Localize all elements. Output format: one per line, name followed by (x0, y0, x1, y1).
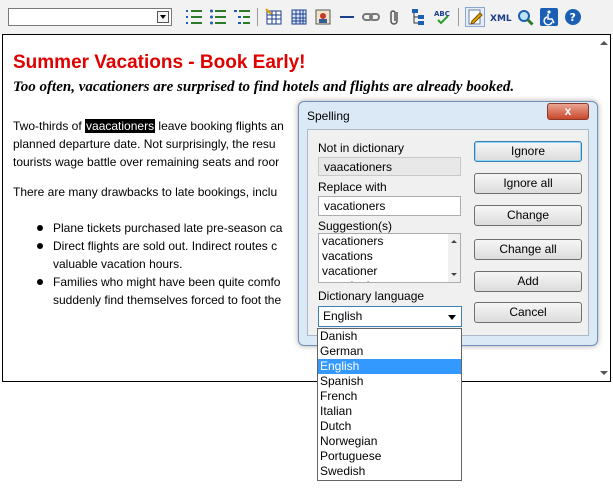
language-option[interactable]: Danish (318, 329, 461, 344)
language-option[interactable]: Dutch (318, 419, 461, 434)
dictionary-language-value: English (323, 309, 363, 323)
list-item: Direct flights are sold out. Indirect ro… (36, 237, 282, 273)
editor-toolbar: ABC XML ? (0, 0, 613, 34)
ignore-all-button[interactable]: Ignore all (474, 173, 582, 194)
format-dropdown[interactable] (8, 8, 172, 26)
bulleted-list-icon[interactable] (209, 8, 227, 26)
xml-label: XML (490, 14, 512, 24)
chevron-down-icon (448, 315, 456, 320)
suggestions-label: Suggestion(s) (318, 219, 393, 233)
list-item-text: Families who might have been quite comfo (53, 275, 281, 289)
dictionary-language-select[interactable]: English (318, 306, 462, 327)
xml-icon[interactable]: XML (490, 8, 512, 26)
scroll-up-arrow-icon[interactable] (599, 38, 609, 48)
dictionary-language-label: Dictionary language (318, 289, 425, 303)
paragraph-2: There are many drawbacks to late booking… (13, 185, 278, 199)
list-item-text: valuable vacation hours. (53, 257, 183, 271)
list-item[interactable]: vacations (319, 249, 460, 264)
language-option[interactable]: Swedish (318, 464, 461, 479)
list-item[interactable]: vacationing (319, 279, 460, 282)
scroll-down-arrow-icon[interactable] (599, 368, 609, 378)
horizontal-rule-icon[interactable] (338, 8, 356, 26)
accessibility-icon[interactable] (540, 8, 558, 26)
spellcheck-icon[interactable]: ABC (434, 8, 452, 26)
document-subtitle: Too often, vacationers are surprised to … (13, 79, 515, 95)
not-in-dictionary-label: Not in dictionary (318, 141, 405, 155)
table-properties-icon[interactable] (290, 8, 308, 26)
list-item-text: Plane tickets purchased late pre-season … (53, 221, 283, 235)
language-option[interactable]: Norwegian (318, 434, 461, 449)
replace-with-label: Replace with (318, 180, 387, 194)
outline-icon[interactable] (233, 8, 251, 26)
bullet-list: Plane tickets purchased late pre-season … (36, 219, 283, 309)
misspelled-word-highlight[interactable]: vaacationers (85, 119, 156, 133)
language-option[interactable]: Spanish (318, 374, 461, 389)
language-option[interactable]: Italian (318, 404, 461, 419)
list-item: Families who might have been quite comfo… (36, 273, 282, 309)
numbered-list-icon[interactable] (185, 8, 203, 26)
add-button[interactable]: Add (474, 271, 582, 292)
language-option-selected[interactable]: English (318, 359, 461, 374)
paragraph-1: Two-thirds of vaacationers leave booking… (13, 117, 284, 171)
suggestions-scrollbar[interactable] (448, 234, 460, 282)
insert-image-icon[interactable] (314, 8, 332, 26)
cancel-button[interactable]: Cancel (474, 302, 582, 323)
change-button[interactable]: Change (474, 205, 582, 226)
language-option[interactable]: German (318, 344, 461, 359)
close-button[interactable]: x (547, 103, 589, 120)
svg-text:?: ? (570, 11, 576, 24)
help-icon[interactable]: ? (564, 8, 582, 26)
chevron-down-icon[interactable] (157, 11, 169, 23)
find-icon[interactable] (516, 8, 534, 26)
ignore-button[interactable]: Ignore (474, 141, 582, 162)
change-all-button[interactable]: Change all (474, 239, 582, 260)
paragraph-text: planned departure date. Not surprisingly… (13, 137, 276, 151)
toolbar-separator (257, 8, 258, 26)
hierarchy-icon[interactable] (410, 8, 428, 26)
dialog-title: Spelling (307, 109, 350, 123)
language-option[interactable]: French (318, 389, 461, 404)
edit-icon[interactable] (465, 7, 485, 27)
paragraph-text: leave booking flights an (155, 119, 284, 133)
not-in-dictionary-field: vaacationers (318, 157, 461, 176)
document-title: Summer Vacations - Book Early! (13, 52, 306, 73)
list-item[interactable]: vacationer (319, 264, 460, 279)
insert-table-icon[interactable] (265, 8, 283, 26)
link-icon[interactable] (362, 8, 380, 26)
list-item-text: Direct flights are sold out. Indirect ro… (53, 239, 278, 253)
paragraph-text: Two-thirds of (13, 119, 86, 133)
attachment-icon[interactable] (386, 8, 404, 26)
paragraph-text: tourists wage battle over remaining seat… (13, 155, 280, 169)
language-dropdown-list[interactable]: Danish German English Spanish French Ita… (317, 328, 462, 481)
list-item[interactable]: vacationers (319, 234, 460, 249)
list-item: Plane tickets purchased late pre-season … (36, 219, 283, 237)
replace-with-input[interactable]: vacationers (318, 196, 461, 216)
close-icon: x (564, 104, 572, 118)
suggestions-list[interactable]: vacationers vacations vacationer vacatio… (318, 233, 461, 283)
toolbar-separator (458, 8, 459, 26)
list-item-text: suddenly find themselves forced to foot … (53, 293, 282, 307)
language-option[interactable]: Portuguese (318, 449, 461, 464)
